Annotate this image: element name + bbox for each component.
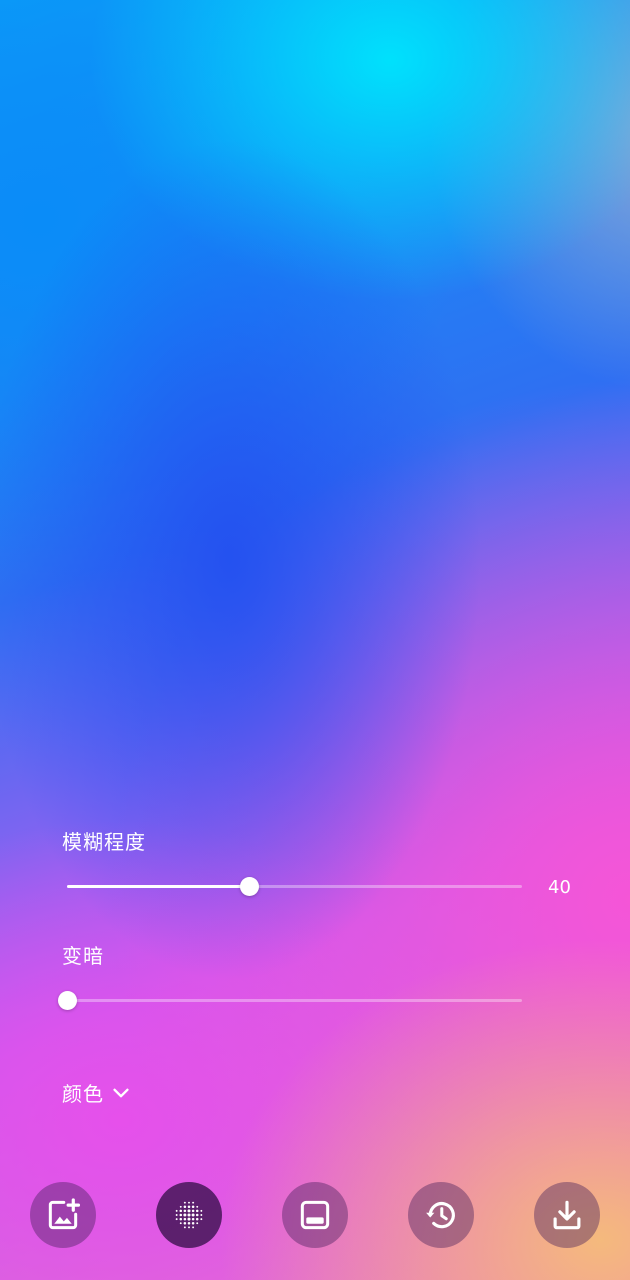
blur-dot — [200, 1209, 203, 1212]
blur-slider-fill — [67, 885, 249, 888]
blur-slider-thumb[interactable] — [239, 877, 259, 896]
color-dropdown-toggle[interactable]: 颜色 — [62, 1078, 132, 1107]
darken-slider-thumb[interactable] — [57, 991, 77, 1010]
blur-dot — [187, 1221, 191, 1225]
blur-dot — [183, 1226, 186, 1229]
blur-label: 模糊程度 — [62, 830, 146, 854]
blur-dot — [175, 1209, 178, 1212]
blur-dot — [179, 1217, 183, 1221]
darken-slider-track[interactable] — [67, 999, 522, 1002]
wallpaper-preview: 模糊程度 40 变暗 颜色 — [0, 0, 630, 1280]
blur-dot — [196, 1222, 199, 1225]
history-button[interactable] — [408, 1182, 474, 1248]
history-icon — [426, 1202, 455, 1229]
blur-dot — [183, 1205, 187, 1209]
bottom-panel-button[interactable] — [282, 1182, 348, 1248]
blur-dot — [179, 1213, 183, 1217]
blur-slider[interactable] — [67, 875, 522, 899]
chevron-down-icon — [113, 1088, 129, 1097]
blur-dots-icon — [175, 1201, 203, 1229]
darken-label: 变暗 — [62, 944, 104, 968]
color-label: 颜色 — [62, 1082, 104, 1106]
blur-dot — [191, 1205, 195, 1209]
blur-dot — [188, 1201, 190, 1204]
blur-dot — [192, 1201, 195, 1204]
blur-dot — [200, 1214, 203, 1216]
add-image-button[interactable] — [30, 1182, 96, 1248]
blur-dot — [175, 1214, 178, 1216]
blur-dot — [187, 1205, 191, 1209]
blur-dot — [191, 1209, 195, 1213]
blur-dot — [183, 1201, 186, 1204]
download-button[interactable] — [534, 1182, 600, 1248]
blur-dot — [175, 1218, 178, 1221]
blur-dot — [187, 1213, 191, 1217]
blur-dot — [187, 1217, 191, 1221]
blur-dot — [183, 1213, 187, 1217]
blur-dot — [183, 1217, 187, 1221]
blur-dot — [191, 1217, 195, 1221]
blur-dot — [183, 1209, 187, 1213]
darken-slider[interactable] — [57, 989, 522, 1013]
blur-style-button[interactable] — [156, 1182, 222, 1248]
blur-dot — [187, 1209, 191, 1213]
blur-dot — [191, 1221, 195, 1225]
blur-dot — [195, 1213, 199, 1217]
add-image-icon — [48, 1198, 81, 1230]
download-icon — [553, 1200, 581, 1230]
blur-dot — [179, 1209, 183, 1213]
blur-dot — [195, 1217, 199, 1221]
blur-dot — [188, 1226, 190, 1229]
blur-dot — [200, 1218, 203, 1221]
blur-value: 40 — [548, 877, 571, 898]
blur-dot — [179, 1205, 182, 1208]
blur-dot — [195, 1209, 199, 1213]
bottom-panel-icon — [300, 1200, 330, 1230]
blur-dot — [179, 1222, 182, 1225]
blur-dot — [183, 1221, 187, 1225]
blur-dot — [196, 1205, 199, 1208]
blur-dot — [191, 1213, 195, 1217]
blur-dot — [192, 1226, 195, 1229]
